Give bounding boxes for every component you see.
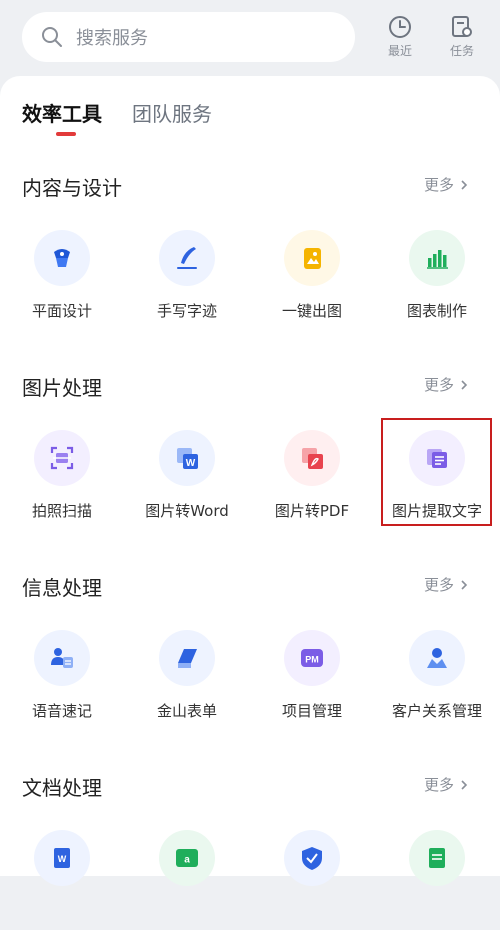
chart-icon xyxy=(427,250,448,269)
design-icon xyxy=(54,249,70,267)
chevron-right-icon xyxy=(461,179,468,190)
tool-icon-bg: PM xyxy=(284,630,340,686)
translate-icon: a xyxy=(176,849,198,867)
tool-photo-scan[interactable]: 拍照扫描 xyxy=(2,430,122,521)
tool-chart-make[interactable]: 图表制作 xyxy=(377,230,497,321)
check-icon xyxy=(302,847,322,870)
doc-green-icon xyxy=(429,848,445,868)
tool-label: 图片转PDF xyxy=(274,502,350,520)
tab-efficiency-tools[interactable]: 效率工具 xyxy=(22,98,102,136)
tool-icon-bg: W xyxy=(159,430,215,486)
tool-icon-bg xyxy=(159,630,215,686)
section-title: 文档处理 xyxy=(22,776,102,800)
section-title: 内容与设计 xyxy=(22,176,122,200)
tool-icon-bg xyxy=(284,230,340,286)
tool-translate[interactable]: a xyxy=(127,830,247,886)
tool-icon-bg xyxy=(284,830,340,886)
crm-icon xyxy=(427,648,447,668)
tool-icon-bg xyxy=(34,430,90,486)
more-label: 更多 xyxy=(423,776,454,794)
tool-label: 图表制作 xyxy=(406,302,467,320)
tool-crm[interactable]: 客户关系管理 xyxy=(377,630,497,721)
more-label: 更多 xyxy=(423,376,454,394)
chevron-right-icon xyxy=(461,579,468,590)
search-icon xyxy=(42,27,62,47)
chevron-right-icon xyxy=(461,379,468,390)
tool-handwriting[interactable]: 手写字迹 xyxy=(127,230,247,321)
tool-label: 金山表单 xyxy=(156,702,217,720)
image-to-word-icon: W xyxy=(177,448,198,469)
tool-icon-bg xyxy=(159,230,215,286)
tab-team-services[interactable]: 团队服务 xyxy=(132,98,212,127)
tool-label: 项目管理 xyxy=(281,702,342,720)
clock-icon xyxy=(389,16,411,38)
tool-label: 一键出图 xyxy=(281,302,342,320)
active-tab-indicator xyxy=(56,132,76,136)
tool-label: 图片转Word xyxy=(145,502,229,520)
tool-icon-bg xyxy=(409,230,465,286)
tool-label: 平面设计 xyxy=(31,302,92,320)
tool-project-management[interactable]: PM 项目管理 xyxy=(252,630,372,721)
tool-doc-word[interactable]: W xyxy=(2,830,122,886)
task-button[interactable]: 任务 xyxy=(440,14,484,59)
image-gen-icon xyxy=(304,248,321,269)
project-icon: PM xyxy=(301,649,323,667)
form-icon xyxy=(178,649,197,668)
section-title: 信息处理 xyxy=(22,576,102,600)
tool-icon-bg xyxy=(409,630,465,686)
svg-text:W: W xyxy=(186,458,196,469)
doc-word-icon: W xyxy=(54,848,70,868)
tool-image-to-pdf[interactable]: 图片转PDF xyxy=(252,430,372,521)
more-link[interactable]: 更多 xyxy=(424,574,470,595)
handwriting-icon xyxy=(177,247,197,269)
tool-doc-check[interactable] xyxy=(252,830,372,886)
svg-text:W: W xyxy=(58,854,67,864)
task-label: 任务 xyxy=(449,44,474,58)
tool-label: 语音速记 xyxy=(31,702,92,720)
tool-label: 手写字迹 xyxy=(156,302,217,320)
chevron-right-icon xyxy=(461,779,468,790)
tool-icon-bg xyxy=(34,630,90,686)
svg-text:PM: PM xyxy=(305,655,319,665)
search-placeholder: 搜索服务 xyxy=(76,28,148,49)
more-link[interactable]: 更多 xyxy=(424,174,470,195)
task-icon xyxy=(452,16,472,37)
tab-label: 效率工具 xyxy=(22,102,102,126)
tool-label: 客户关系管理 xyxy=(391,702,482,720)
image-to-pdf-icon xyxy=(302,448,323,469)
more-label: 更多 xyxy=(423,176,454,194)
tool-icon-bg: a xyxy=(159,830,215,886)
highlight-box xyxy=(381,418,492,526)
more-link[interactable]: 更多 xyxy=(424,774,470,795)
tool-jinshan-form[interactable]: 金山表单 xyxy=(127,630,247,721)
tool-icon-bg xyxy=(409,830,465,886)
tool-icon-bg xyxy=(284,430,340,486)
search-bar[interactable]: 搜索服务 xyxy=(22,12,355,62)
section-title: 图片处理 xyxy=(22,376,102,400)
tool-icon-bg xyxy=(34,230,90,286)
tool-label: 拍照扫描 xyxy=(31,502,92,520)
tool-image-to-word[interactable]: W 图片转Word xyxy=(127,430,247,521)
tool-icon-bg: W xyxy=(34,830,90,886)
top-bar: 搜索服务 最近 任务 xyxy=(0,0,500,78)
tool-voice-note[interactable]: 语音速记 xyxy=(2,630,122,721)
tool-graphic-design[interactable]: 平面设计 xyxy=(2,230,122,321)
recent-button[interactable]: 最近 xyxy=(378,14,422,59)
voice-note-icon xyxy=(51,648,73,668)
more-link[interactable]: 更多 xyxy=(424,374,470,395)
tab-bar: 效率工具 团队服务 xyxy=(22,98,242,136)
more-label: 更多 xyxy=(423,576,454,594)
recent-label: 最近 xyxy=(387,44,412,58)
tool-image-generate[interactable]: 一键出图 xyxy=(252,230,372,321)
tool-doc-green[interactable] xyxy=(377,830,497,886)
scan-icon xyxy=(50,446,74,470)
tab-label: 团队服务 xyxy=(132,102,212,126)
